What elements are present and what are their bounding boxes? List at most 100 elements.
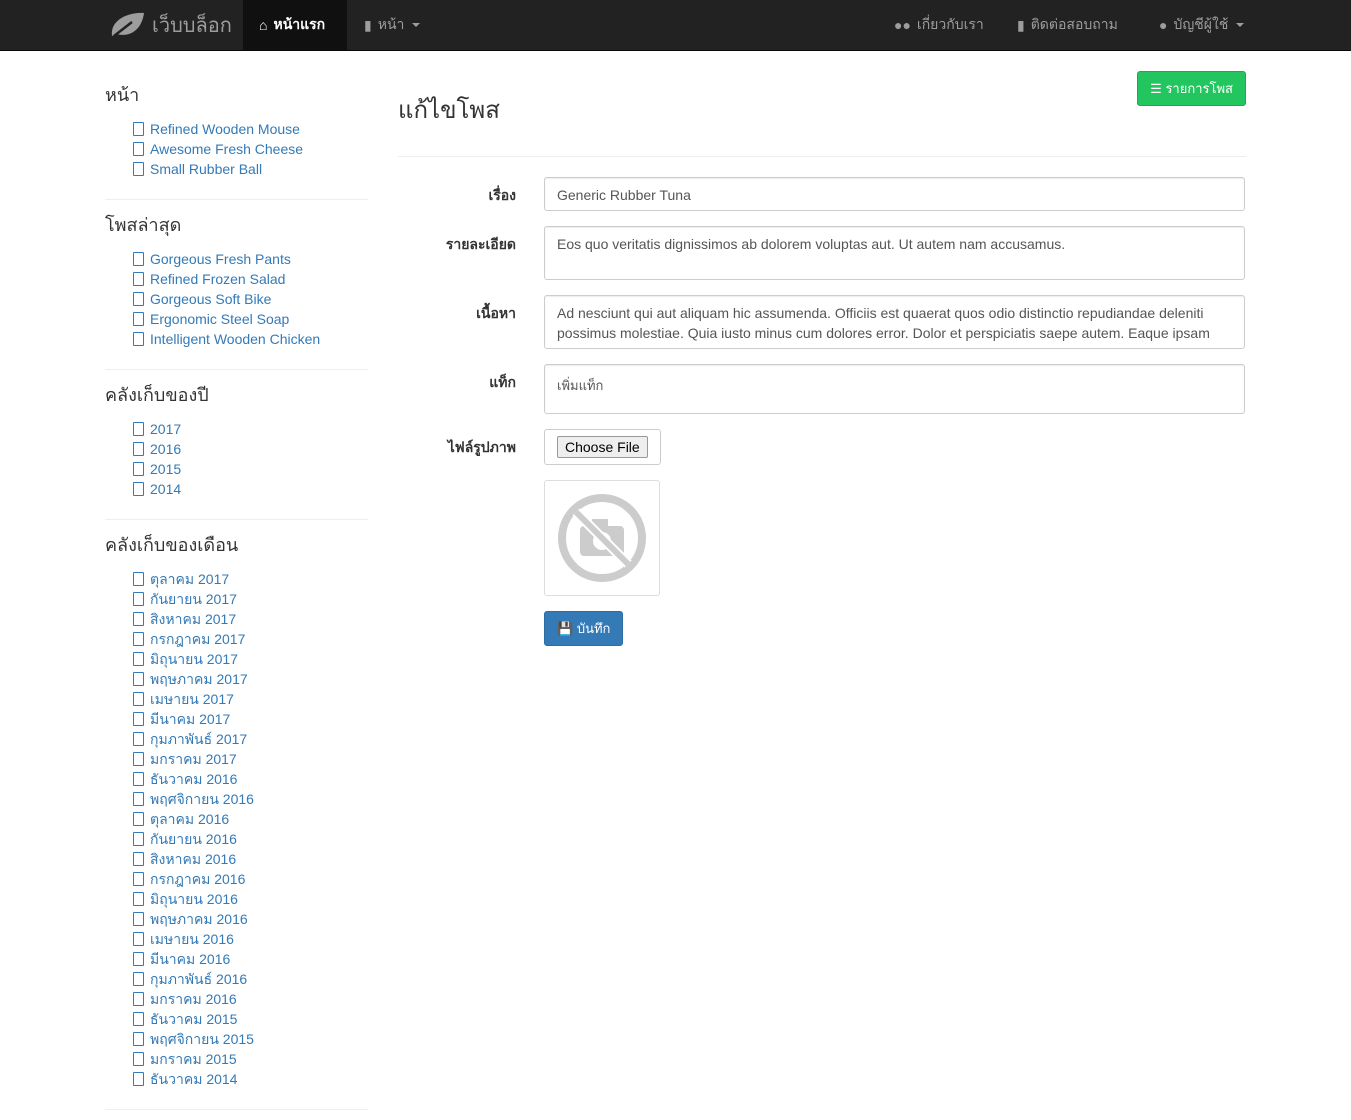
link-list: ตุลาคม 2017 กันยายน 2017 สิงหาคม 2017 กรกฎา… [105, 569, 368, 1089]
sidebar-link[interactable]: ตุลาคม 2016 [150, 809, 229, 829]
sidebar-link[interactable]: พฤศจิกายน 2016 [150, 789, 254, 809]
title-input[interactable]: Generic Rubber Tuna [544, 177, 1245, 211]
list-item: กันยายน 2016 [133, 829, 368, 849]
page-title: แก้ไขโพส [398, 97, 500, 124]
divider [105, 199, 368, 200]
nav-about[interactable]: ●● เกี่ยวกับเรา [878, 0, 1000, 50]
users-icon: ●● [894, 17, 911, 33]
tags-input[interactable]: เพิ่มแท็ก [544, 364, 1245, 414]
list-item: เมษายน 2017 [133, 689, 368, 709]
list-item: มกราคม 2015 [133, 1049, 368, 1069]
nav-pages-dropdown[interactable]: ▮ หน้า [348, 0, 436, 50]
brand[interactable]: เว็บบล็อก [108, 0, 232, 50]
file-icon [133, 832, 144, 846]
file-icon [133, 992, 144, 1006]
list-item: Intelligent Wooden Chicken [133, 329, 368, 349]
file-icon [133, 972, 144, 986]
sidebar-link[interactable]: Ergonomic Steel Soap [150, 309, 289, 329]
file-icon [133, 442, 144, 456]
file-icon [133, 892, 144, 906]
file-icon [133, 122, 144, 136]
file-icon [133, 812, 144, 826]
sidebar-link[interactable]: Gorgeous Soft Bike [150, 289, 271, 309]
sidebar-link[interactable]: Intelligent Wooden Chicken [150, 329, 320, 349]
choose-file-button[interactable]: Choose File [557, 436, 648, 458]
list-item: สิงหาคม 2017 [133, 609, 368, 629]
list-item: 2015 [133, 459, 368, 479]
file-icon [133, 332, 144, 346]
sidebar-link[interactable]: Gorgeous Fresh Pants [150, 249, 291, 269]
sidebar-link[interactable]: สิงหาคม 2017 [150, 609, 236, 629]
sidebar-link[interactable]: กรกฎาคม 2016 [150, 869, 245, 889]
sidebar-link[interactable]: มีนาคม 2017 [150, 709, 230, 729]
sidebar-link[interactable]: Refined Frozen Salad [150, 269, 285, 289]
list-item: มีนาคม 2017 [133, 709, 368, 729]
description-textarea[interactable]: Eos quo veritatis dignissimos ab dolorem… [544, 226, 1245, 280]
file-icon [133, 952, 144, 966]
sidebar-link[interactable]: มกราคม 2016 [150, 989, 237, 1009]
file-input[interactable]: Choose File [544, 429, 661, 465]
sidebar-link[interactable]: 2016 [150, 439, 181, 459]
sidebar-link[interactable]: พฤษภาคม 2017 [150, 669, 248, 689]
list-item: กุมภาพันธ์ 2016 [133, 969, 368, 989]
sidebar-link[interactable]: กันยายน 2016 [150, 829, 237, 849]
list-item: กรกฎาคม 2017 [133, 629, 368, 649]
file-icon [133, 462, 144, 476]
sidebar-link[interactable]: Awesome Fresh Cheese [150, 139, 303, 159]
divider [105, 519, 368, 520]
sidebar-link[interactable]: Refined Wooden Mouse [150, 119, 300, 139]
caret-down-icon [1236, 23, 1245, 27]
content-label: เนื้อหา [476, 305, 516, 321]
content-textarea[interactable]: Ad nesciunt qui aut aliquam hic assumend… [544, 295, 1245, 349]
list-item: Gorgeous Fresh Pants [133, 249, 368, 269]
sidebar-link[interactable]: 2017 [150, 419, 181, 439]
nav-home[interactable]: ⌂ หน้าแรก [243, 0, 347, 50]
sidebar-link[interactable]: ธันวาคม 2015 [150, 1009, 237, 1029]
sidebar-link[interactable]: กุมภาพันธ์ 2016 [150, 969, 247, 989]
sidebar-link[interactable]: 2015 [150, 459, 181, 479]
sidebar-link[interactable]: เมษายน 2017 [150, 689, 234, 709]
sidebar-link[interactable]: มกราคม 2017 [150, 749, 237, 769]
sidebar-link[interactable]: มกราคม 2015 [150, 1049, 237, 1069]
list-item: มิถุนายน 2017 [133, 649, 368, 669]
file-icon [133, 872, 144, 886]
sidebar-link[interactable]: พฤษภาคม 2016 [150, 909, 248, 929]
list-item: พฤศจิกายน 2016 [133, 789, 368, 809]
title-label: เรื่อง [488, 187, 516, 203]
list-item: Small Rubber Ball [133, 159, 368, 179]
section-title: คลังเก็บของปี [105, 385, 209, 405]
nav-contact-label: ติดต่อสอบถาม [1030, 16, 1118, 32]
sidebar-link[interactable]: ตุลาคม 2017 [150, 569, 229, 589]
sidebar-link[interactable]: พฤศจิกายน 2015 [150, 1029, 254, 1049]
sidebar-link[interactable]: เมษายน 2016 [150, 929, 234, 949]
nav-home-label: หน้าแรก [273, 16, 326, 32]
file-icon [133, 422, 144, 436]
list-item: Awesome Fresh Cheese [133, 139, 368, 159]
list-item: Gorgeous Soft Bike [133, 289, 368, 309]
sidebar-link[interactable]: ธันวาคม 2014 [150, 1069, 237, 1089]
sidebar-link[interactable]: ธันวาคม 2016 [150, 769, 237, 789]
nav-account-dropdown[interactable]: ● บัญชีผู้ใช้ [1143, 0, 1260, 50]
file-icon [133, 752, 144, 766]
divider [398, 156, 1246, 157]
sidebar-link[interactable]: มิถุนายน 2017 [150, 649, 238, 669]
image-label: ไฟล์รูปภาพ [447, 439, 516, 455]
sidebar-link[interactable]: มิถุนายน 2016 [150, 889, 238, 909]
sidebar-link[interactable]: Small Rubber Ball [150, 159, 262, 179]
list-item: ธันวาคม 2016 [133, 769, 368, 789]
sidebar-link[interactable]: กันยายน 2017 [150, 589, 237, 609]
save-label: บันทึก [576, 621, 611, 636]
nav-contact[interactable]: ▮ ติดต่อสอบถาม [1001, 0, 1134, 50]
sidebar-link[interactable]: กรกฎาคม 2017 [150, 629, 245, 649]
post-list-button[interactable]: ☰ รายการโพส [1137, 71, 1246, 106]
sidebar-link[interactable]: 2014 [150, 479, 181, 499]
sidebar-year-archive: คลังเก็บของปี 2017 2016 2015 2014 [105, 380, 368, 499]
post-list-label: รายการโพส [1165, 81, 1233, 96]
save-button[interactable]: 💾 บันทึก [544, 611, 624, 646]
floppy-icon: 💾 [557, 621, 577, 636]
sidebar-link[interactable]: กุมภาพันธ์ 2017 [150, 729, 247, 749]
section-title: หน้า [105, 85, 140, 105]
list-item: Ergonomic Steel Soap [133, 309, 368, 329]
sidebar-link[interactable]: สิงหาคม 2016 [150, 849, 236, 869]
sidebar-link[interactable]: มีนาคม 2016 [150, 949, 230, 969]
